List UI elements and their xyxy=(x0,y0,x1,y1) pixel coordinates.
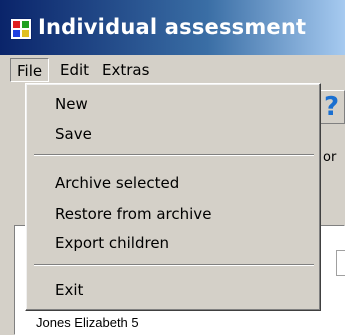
file-menu-dropdown: New Save Archive selected Restore from a… xyxy=(25,83,321,311)
menu-item-export-children[interactable]: Export children xyxy=(55,232,169,254)
menu-bar xyxy=(0,55,345,85)
menu-item-archive-selected[interactable]: Archive selected xyxy=(55,172,179,194)
partial-label: or xyxy=(323,150,337,165)
list-header-edge xyxy=(336,250,345,276)
help-icon: ? xyxy=(324,92,340,122)
window-title: Individual assessment xyxy=(38,15,307,39)
menu-item-exit[interactable]: Exit xyxy=(55,279,83,301)
menu-item-restore-from-archive[interactable]: Restore from archive xyxy=(55,203,211,225)
menu-separator xyxy=(34,264,314,266)
app-icon xyxy=(10,18,32,40)
menu-extras[interactable]: Extras xyxy=(96,58,155,82)
help-button[interactable]: ? xyxy=(318,90,345,124)
menu-item-save[interactable]: Save xyxy=(55,123,92,145)
list-item[interactable]: Jones Elizabeth 5 xyxy=(36,315,139,330)
menu-file[interactable]: File xyxy=(10,58,50,82)
menu-item-new[interactable]: New xyxy=(55,93,88,115)
title-bar: Individual assessment xyxy=(0,0,345,55)
menu-edit[interactable]: Edit xyxy=(54,58,95,82)
menu-separator xyxy=(34,154,314,156)
